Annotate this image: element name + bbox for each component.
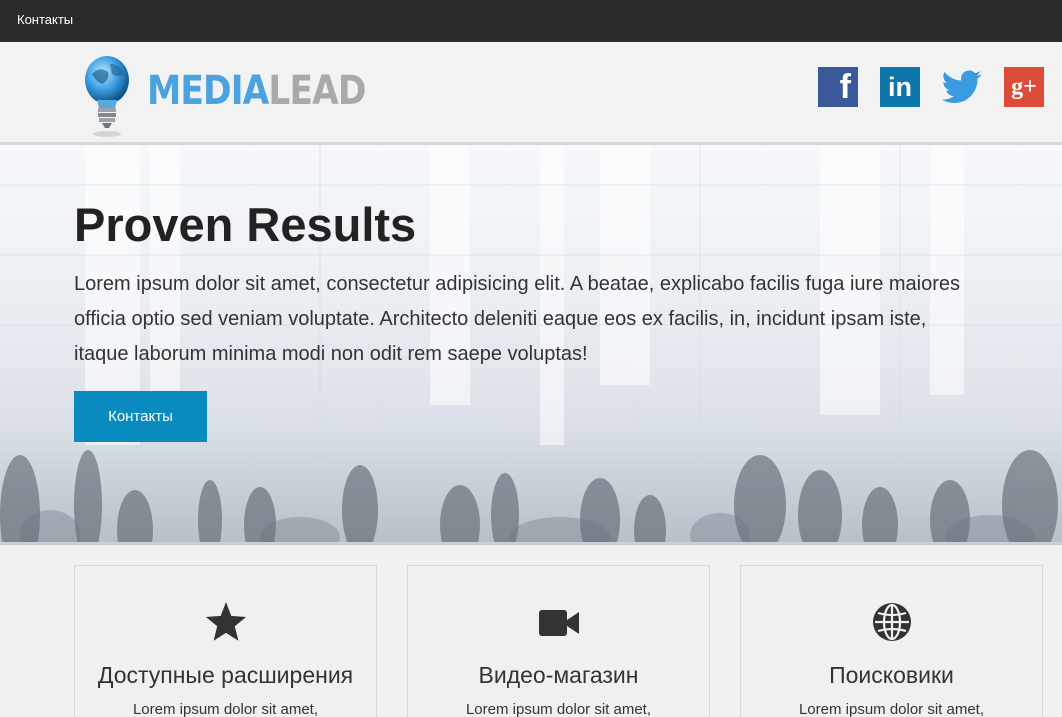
- google-plus-icon[interactable]: g+: [1004, 67, 1044, 107]
- feature-card-extensions: Доступные расширения Lorem ipsum dolor s…: [74, 565, 377, 717]
- lightbulb-globe-icon: [85, 56, 129, 137]
- logo-part-lead: LEAD: [268, 68, 366, 114]
- feature-card-video-store: Видео-магазин Lorem ipsum dolor sit amet…: [407, 565, 710, 717]
- globe-icon: [741, 602, 1042, 642]
- hero-description: Lorem ipsum dolor sit amet, consectetur …: [74, 273, 961, 365]
- feature-title: Доступные расширения: [97, 662, 354, 688]
- twitter-icon[interactable]: [942, 67, 982, 107]
- section-divider: [0, 542, 1062, 545]
- hero-contacts-button[interactable]: Контакты: [74, 391, 207, 442]
- feature-title: Поисковики: [829, 662, 954, 688]
- logo[interactable]: MEDIALEAD: [80, 50, 366, 140]
- topbar-contacts-link[interactable]: Контакты: [17, 12, 73, 27]
- top-bar: Контакты: [0, 0, 1062, 42]
- feature-text: Lorem ipsum dolor sit amet,: [465, 701, 652, 717]
- facebook-icon[interactable]: f: [818, 67, 858, 107]
- video-camera-icon: [408, 602, 709, 644]
- hero-title: Proven Results: [74, 198, 417, 251]
- feature-text: Lorem ipsum dolor sit amet,: [798, 701, 985, 717]
- hero-section: Proven Results Lorem ipsum dolor sit ame…: [0, 145, 1062, 542]
- star-icon: [75, 602, 376, 644]
- linkedin-icon[interactable]: in: [880, 67, 920, 107]
- feature-text: Lorem ipsum dolor sit amet,: [132, 701, 319, 717]
- logo-wordmark: MEDIALEAD: [147, 68, 366, 114]
- logo-part-media: MEDIA: [147, 68, 269, 114]
- feature-title: Видео-магазин: [478, 662, 639, 688]
- feature-card-search-engines: Поисковики Lorem ipsum dolor sit amet,: [740, 565, 1043, 717]
- site-header: MEDIALEAD f in g+: [0, 42, 1062, 145]
